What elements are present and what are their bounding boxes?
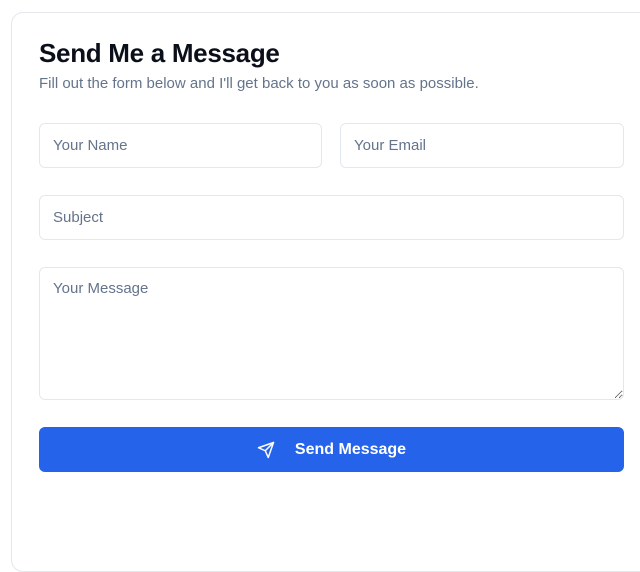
name-input[interactable]	[39, 123, 322, 168]
send-icon	[257, 441, 275, 459]
subject-input[interactable]	[39, 195, 624, 240]
form-subtitle: Fill out the form below and I'll get bac…	[39, 75, 479, 92]
email-input[interactable]	[340, 123, 624, 168]
send-button-label: Send Message	[294, 440, 407, 458]
form-title: Send Me a Message	[39, 38, 280, 68]
send-message-button[interactable]: Send Message	[39, 427, 624, 472]
message-textarea[interactable]	[39, 267, 624, 400]
